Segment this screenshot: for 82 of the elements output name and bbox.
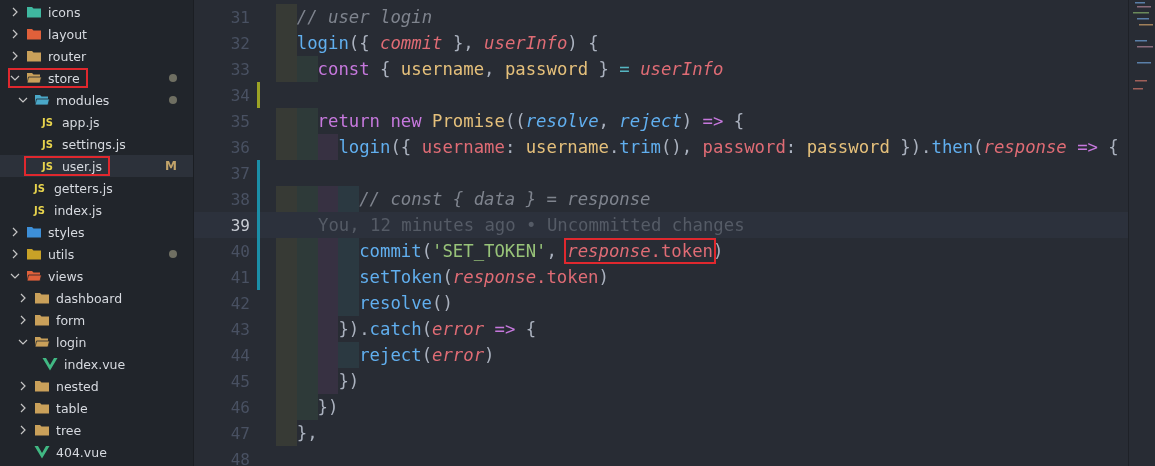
code-text: }, — [296, 423, 318, 443]
file-name: form — [56, 312, 86, 328]
file-name: nested — [56, 378, 99, 394]
chevron-right-icon[interactable] — [18, 403, 28, 413]
javascript-file-icon: JS — [42, 160, 53, 172]
chevron-down-icon[interactable] — [10, 271, 20, 281]
tree-item[interactable]: JS index.js — [0, 199, 193, 221]
file-name: settings.js — [61, 136, 126, 152]
file-name: app.js — [61, 114, 100, 130]
chevron-down-icon[interactable] — [18, 337, 28, 347]
code-text: }).catch(error => { — [338, 319, 537, 339]
code-text: return new Promise((resolve, reject) => { — [317, 111, 745, 131]
code-text: commit('SET_TOKEN', — [359, 241, 558, 261]
tree-item[interactable]: utils — [0, 243, 193, 265]
chevron-right-icon[interactable] — [10, 29, 20, 39]
code-text: reject(error) — [359, 345, 495, 365]
file-name: dashboard — [56, 290, 123, 306]
file-name: store — [48, 70, 80, 86]
code-text: login({ username: username.trim(), password: password }).then(response => { — [338, 137, 1119, 157]
file-name: layout — [48, 26, 87, 42]
file-name: modules — [56, 92, 110, 108]
tree-item[interactable]: dashboard — [0, 287, 193, 309]
code-text: login({ commit }, userInfo) { — [296, 33, 599, 53]
chevron-right-icon[interactable] — [18, 425, 28, 435]
file-name: tree — [56, 422, 82, 438]
file-name: icons — [48, 4, 81, 20]
tree-item[interactable]: 404.vue — [0, 441, 193, 463]
tree-item[interactable]: modules — [0, 89, 193, 111]
code-text: resolve() — [359, 293, 453, 313]
tree-item[interactable]: table — [0, 397, 193, 419]
tree-item[interactable]: JS settings.js — [0, 133, 193, 155]
javascript-file-icon: JS — [34, 204, 45, 216]
tree-item[interactable]: form — [0, 309, 193, 331]
chevron-right-icon[interactable] — [10, 249, 20, 259]
javascript-file-icon: JS — [42, 116, 53, 128]
code-text: }) — [338, 371, 360, 391]
file-name: getters.js — [53, 180, 113, 196]
tree-item[interactable]: JS user.js M — [0, 155, 193, 177]
vue-file-icon — [42, 357, 58, 371]
chevron-right-icon[interactable] — [10, 227, 20, 237]
chevron-right-icon[interactable] — [10, 7, 20, 17]
file-name: views — [48, 268, 84, 284]
file-name: table — [56, 400, 88, 416]
chevron-right-icon[interactable] — [18, 315, 28, 325]
chevron-right-icon[interactable] — [18, 381, 28, 391]
chevron-down-icon[interactable] — [18, 95, 28, 105]
chevron-down-icon[interactable] — [10, 73, 20, 83]
javascript-file-icon: JS — [42, 138, 53, 150]
tree-item[interactable]: index.vue — [0, 353, 193, 375]
file-name: index.js — [53, 202, 103, 218]
file-name: 404.vue — [56, 444, 107, 460]
code-text: setToken(response.token) — [359, 267, 609, 287]
tree-item[interactable]: tree — [0, 419, 193, 441]
code-text: // const { data } = response — [359, 189, 651, 209]
tree-item[interactable]: store — [0, 67, 193, 89]
git-status-letter: M — [165, 159, 177, 173]
tree-item[interactable]: views — [0, 265, 193, 287]
file-name: styles — [48, 224, 85, 240]
chevron-right-icon[interactable] — [18, 293, 28, 303]
highlighted-code: response.token — [567, 241, 713, 261]
tree-item[interactable]: styles — [0, 221, 193, 243]
line-number: 39 — [229, 215, 250, 235]
code-text: // user login — [296, 7, 433, 27]
file-name: login — [56, 334, 87, 350]
javascript-file-icon: JS — [34, 182, 45, 194]
code-text: }) — [317, 397, 339, 417]
chevron-right-icon[interactable] — [10, 51, 20, 61]
file-name: utils — [48, 246, 75, 262]
tree-item[interactable]: JS app.js — [0, 111, 193, 133]
tree-item[interactable]: login — [0, 331, 193, 353]
code-text: ) — [712, 241, 724, 261]
file-name: index.vue — [64, 356, 126, 372]
code-text: const { username, password } = userInfo — [317, 59, 724, 79]
git-change-marker — [257, 82, 260, 108]
file-name: user.js — [61, 158, 102, 174]
tree-item[interactable]: icons — [0, 1, 193, 23]
vue-file-icon — [34, 445, 50, 459]
tree-item[interactable]: JS getters.js — [0, 177, 193, 199]
file-name: router — [48, 48, 87, 64]
tree-item[interactable]: nested — [0, 375, 193, 397]
tree-item[interactable]: layout — [0, 23, 193, 45]
tree-item[interactable]: router — [0, 45, 193, 67]
